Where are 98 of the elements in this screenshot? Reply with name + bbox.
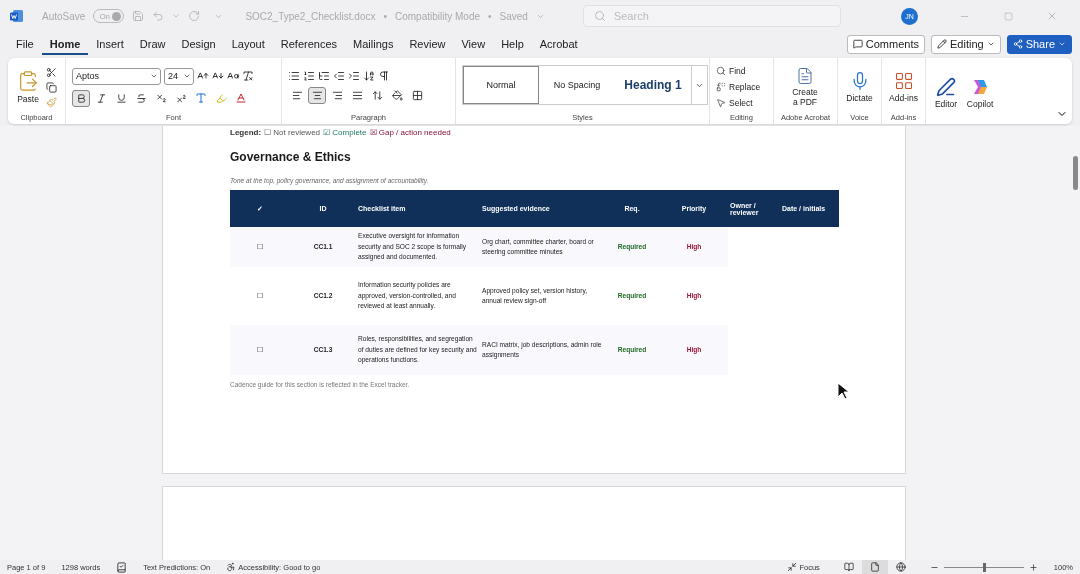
change-case-icon[interactable] bbox=[227, 70, 239, 82]
comment-icon bbox=[852, 39, 863, 49]
grow-font-icon[interactable] bbox=[197, 70, 209, 82]
menu-tab[interactable]: Design bbox=[173, 33, 224, 55]
word-logo-icon bbox=[10, 9, 24, 23]
justify-icon bbox=[351, 90, 363, 101]
font-size-field[interactable]: 24 bbox=[164, 67, 194, 85]
italic-icon bbox=[95, 92, 107, 104]
section-heading: Governance & Ethics bbox=[230, 150, 352, 164]
style-option[interactable]: Heading 1 bbox=[615, 66, 691, 104]
document-title: SOC2_Type2_Checklist.docx bbox=[245, 10, 376, 22]
grid-icon bbox=[893, 71, 914, 91]
menu-tab[interactable]: Draw bbox=[131, 33, 174, 55]
align-center-icon bbox=[311, 90, 323, 101]
cut-icon[interactable] bbox=[46, 66, 57, 78]
multilevel-list-icon[interactable] bbox=[318, 70, 330, 82]
zoom-in-icon[interactable] bbox=[1028, 562, 1038, 572]
focus-icon[interactable] bbox=[787, 562, 798, 572]
menu-tab[interactable]: Home bbox=[41, 33, 89, 55]
document-icon bbox=[796, 67, 814, 85]
menu-tab[interactable]: Acrobat bbox=[531, 33, 586, 55]
line-spacing-icon bbox=[371, 90, 383, 101]
highlighter-icon bbox=[215, 92, 227, 104]
caret-icon bbox=[1058, 40, 1066, 48]
increase-indent-icon[interactable] bbox=[348, 70, 360, 82]
pilcrow-icon[interactable] bbox=[378, 70, 390, 82]
title-separator: • bbox=[383, 10, 387, 22]
web-layout-icon bbox=[895, 562, 906, 572]
menu-tab[interactable]: Mailings bbox=[345, 33, 402, 55]
scrollbar-thumb[interactable] bbox=[1073, 156, 1078, 190]
share-button[interactable]: Share bbox=[1006, 34, 1072, 54]
accessibility-icon[interactable] bbox=[226, 562, 237, 572]
mouse-cursor-icon bbox=[837, 382, 849, 400]
font-name-field[interactable]: Aptos bbox=[72, 67, 161, 85]
pen-icon bbox=[936, 76, 957, 97]
editing-menu-item[interactable]: Select bbox=[716, 98, 753, 108]
clear-formatting-icon[interactable] bbox=[242, 70, 254, 82]
sort-icon[interactable] bbox=[363, 70, 375, 82]
legend-item: ☑ Complete bbox=[323, 128, 367, 137]
menu-tab[interactable]: Insert bbox=[88, 33, 132, 55]
search-icon bbox=[716, 66, 726, 76]
caret-icon bbox=[986, 40, 995, 48]
legend-item: ☐ Not reviewed bbox=[264, 128, 321, 137]
menu-tab[interactable]: View bbox=[453, 33, 494, 55]
menu-tab[interactable]: Review bbox=[401, 33, 454, 55]
share-icon bbox=[1012, 39, 1023, 49]
caret-icon bbox=[150, 72, 158, 80]
search-icon bbox=[593, 10, 606, 22]
add-ins-button[interactable]: Add-ins bbox=[888, 71, 919, 103]
align-right-icon bbox=[331, 90, 343, 101]
align-left-icon bbox=[291, 90, 303, 101]
bold-button[interactable] bbox=[72, 89, 90, 107]
proofing-icon[interactable] bbox=[116, 561, 128, 573]
editing-menu-item[interactable]: Replace bbox=[716, 82, 761, 92]
read-mode-icon bbox=[843, 562, 854, 572]
editing-menu-item[interactable]: Find bbox=[716, 66, 746, 76]
align-center-button[interactable] bbox=[308, 87, 326, 104]
title-separator: • bbox=[488, 10, 492, 22]
bullets-icon[interactable] bbox=[288, 70, 300, 82]
paint-bucket-icon bbox=[391, 90, 403, 101]
text-effects-icon bbox=[195, 92, 207, 104]
menu-tab[interactable]: References bbox=[272, 33, 346, 55]
legend-label: Legend: bbox=[230, 128, 262, 137]
zoom-thumb[interactable] bbox=[982, 562, 986, 572]
paste-button[interactable]: Paste bbox=[14, 70, 42, 104]
pencil-icon bbox=[937, 39, 947, 49]
comments-button[interactable]: Comments bbox=[846, 34, 925, 54]
copilot-button[interactable]: Copilot bbox=[964, 76, 996, 109]
replace-icon bbox=[716, 82, 726, 92]
copy-icon[interactable] bbox=[46, 81, 57, 93]
autosave-label: AutoSave bbox=[42, 10, 86, 22]
subscript-icon bbox=[155, 92, 167, 104]
print-layout-button[interactable] bbox=[861, 560, 888, 574]
borders-icon bbox=[411, 90, 423, 101]
pointer-icon bbox=[716, 98, 726, 108]
bold-icon bbox=[75, 92, 87, 104]
superscript-icon bbox=[175, 92, 187, 104]
style-option[interactable]: No Spacing bbox=[539, 66, 615, 104]
menu-tab[interactable]: Layout bbox=[223, 33, 273, 55]
compatibility-mode-label: Compatibility Mode bbox=[394, 10, 480, 22]
shrink-font-icon[interactable] bbox=[212, 70, 224, 82]
search-placeholder: Search bbox=[613, 10, 649, 22]
legend-item: ☒ Gap / action needed bbox=[369, 128, 451, 137]
style-option[interactable]: Normal bbox=[463, 66, 539, 104]
caret-icon bbox=[183, 72, 191, 80]
editing-button[interactable]: Editing bbox=[931, 34, 1001, 54]
underline-icon bbox=[115, 92, 127, 104]
create-pdf-button[interactable]: Create a PDF bbox=[780, 67, 830, 107]
dictate-button[interactable]: Dictate bbox=[844, 71, 875, 103]
font-color-icon bbox=[235, 92, 247, 104]
clipboard-icon bbox=[17, 70, 39, 92]
menu-tab[interactable]: File bbox=[8, 33, 42, 55]
print-layout-icon bbox=[869, 562, 880, 572]
numbering-icon[interactable] bbox=[303, 70, 315, 82]
editor-button[interactable]: Editor bbox=[932, 76, 961, 109]
strikethrough-icon bbox=[135, 92, 147, 104]
decrease-indent-icon[interactable] bbox=[333, 70, 345, 82]
menu-tab[interactable]: Help bbox=[493, 33, 532, 55]
